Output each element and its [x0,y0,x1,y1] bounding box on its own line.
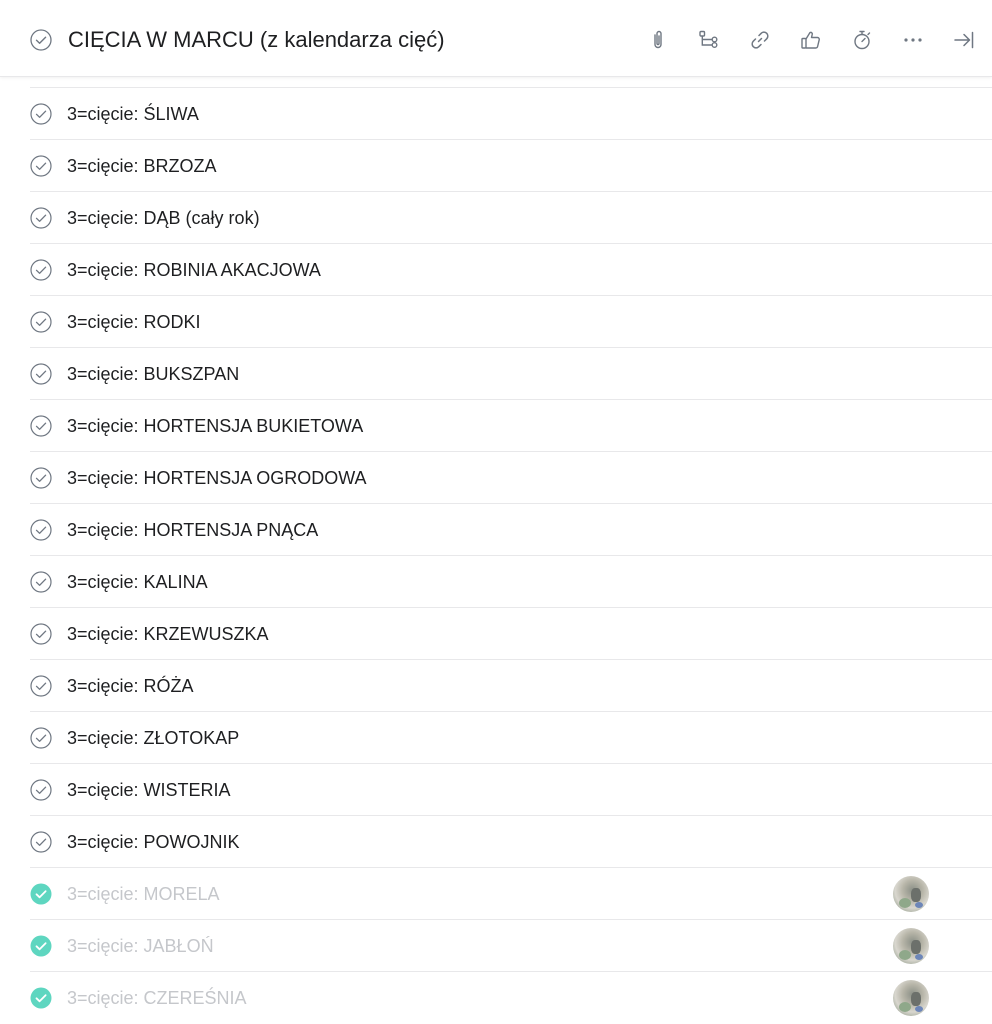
copy-link-button[interactable] [744,24,776,56]
completed-check-icon[interactable] [30,883,52,905]
subtask-label[interactable]: 3=cięcie: ROBINIA AKACJOWA [67,259,321,281]
complete-check-icon[interactable] [30,155,52,177]
subtask-row[interactable]: 3=cięcie: RODKI [30,295,992,347]
subtask-label[interactable]: 3=cięcie: ŚLIWA [67,103,199,125]
subtask-label[interactable]: 3=cięcie: RODKI [67,311,201,333]
subtask-row[interactable]: 3=cięcie: WISTERIA [30,763,992,815]
subtask-row[interactable]: 3=cięcie: CZEREŚNIA [30,971,992,1023]
subtask-list: 3=cięcie: ŚLIWA 3=cięcie: BRZOZA 3=cięcie:… [0,87,992,1023]
subtask-label[interactable]: 3=cięcie: BUKSZPAN [67,363,239,385]
subtask-label[interactable]: 3=cięcie: MORELA [67,883,220,905]
complete-check-icon[interactable] [30,207,52,229]
subtask-label[interactable]: 3=cięcie: CZEREŚNIA [67,987,247,1009]
subtask-row[interactable]: 3=cięcie: BUKSZPAN [30,347,992,399]
subtask-label[interactable]: 3=cięcie: WISTERIA [67,779,231,801]
assignee-avatar[interactable] [893,928,929,964]
subtask-row[interactable]: 3=cięcie: HORTENSJA BUKIETOWA [30,399,992,451]
subtask-label[interactable]: 3=cięcie: POWOJNIK [67,831,240,853]
subtask-row[interactable]: 3=cięcie: ŚLIWA [30,87,992,139]
complete-check-icon[interactable] [30,571,52,593]
assignee-avatar[interactable] [893,876,929,912]
timer-button[interactable] [846,24,878,56]
subtask-label[interactable]: 3=cięcie: KALINA [67,571,208,593]
subtask-row[interactable]: 3=cięcie: KRZEWUSZKA [30,607,992,659]
subtask-row[interactable]: 3=cięcie: HORTENSJA PNĄCA [30,503,992,555]
subtask-row[interactable]: 3=cięcie: MORELA [30,867,992,919]
thumbs-up-icon [801,31,820,49]
subtask-row[interactable]: 3=cięcie: ROBINIA AKACJOWA [30,243,992,295]
paperclip-icon [654,30,662,49]
complete-task-check-icon[interactable] [30,29,52,51]
complete-check-icon[interactable] [30,103,52,125]
task-pane-header: CIĘCIA W MARCU (z kalendarza cięć) [0,0,992,77]
task-toolbar [623,24,980,56]
complete-check-icon[interactable] [30,831,52,853]
timer-icon [854,30,871,50]
completed-check-icon[interactable] [30,987,52,1009]
subtask-label[interactable]: 3=cięcie: JABŁOŃ [67,935,214,957]
complete-check-icon[interactable] [30,467,52,489]
subtask-label[interactable]: 3=cięcie: HORTENSJA BUKIETOWA [67,415,363,437]
subtask-row[interactable]: 3=cięcie: JABŁOŃ [30,919,992,971]
more-actions-button[interactable] [897,24,929,56]
subtask-row[interactable]: 3=cięcie: KALINA [30,555,992,607]
subtask-row[interactable]: 3=cięcie: DĄB (cały rok) [30,191,992,243]
subtask-row[interactable]: 3=cięcie: HORTENSJA OGRODOWA [30,451,992,503]
assignee-avatar[interactable] [893,980,929,1016]
subtask-row[interactable]: 3=cięcie: POWOJNIK [30,815,992,867]
link-icon [751,31,769,49]
complete-check-icon[interactable] [30,623,52,645]
close-details-button[interactable] [948,24,980,56]
complete-check-icon[interactable] [30,311,52,333]
attach-button[interactable] [642,24,674,56]
more-icon [904,38,922,42]
completed-check-icon[interactable] [30,935,52,957]
subtask-label[interactable]: 3=cięcie: KRZEWUSZKA [67,623,269,645]
subtask-label[interactable]: 3=cięcie: BRZOZA [67,155,217,177]
subtask-label[interactable]: 3=cięcie: RÓŻA [67,675,194,697]
subtask-label[interactable]: 3=cięcie: HORTENSJA OGRODOWA [67,467,367,489]
like-button[interactable] [795,24,827,56]
complete-check-icon[interactable] [30,727,52,749]
complete-check-icon[interactable] [30,779,52,801]
subtask-row[interactable]: 3=cięcie: BRZOZA [30,139,992,191]
complete-check-icon[interactable] [30,675,52,697]
complete-check-icon[interactable] [30,519,52,541]
subtask-label[interactable]: 3=cięcie: HORTENSJA PNĄCA [67,519,318,541]
add-subtask-button[interactable] [693,24,725,56]
subtask-row[interactable]: 3=cięcie: RÓŻA [30,659,992,711]
subtask-row[interactable]: 3=cięcie: ZŁOTOKAP [30,711,992,763]
complete-check-icon[interactable] [30,259,52,281]
complete-check-icon[interactable] [30,415,52,437]
subtask-icon [699,30,718,48]
subtask-label[interactable]: 3=cięcie: DĄB (cały rok) [67,207,260,229]
subtask-label[interactable]: 3=cięcie: ZŁOTOKAP [67,727,239,749]
close-pane-icon [954,31,974,49]
task-title[interactable]: CIĘCIA W MARCU (z kalendarza cięć) [68,24,445,56]
complete-check-icon[interactable] [30,363,52,385]
